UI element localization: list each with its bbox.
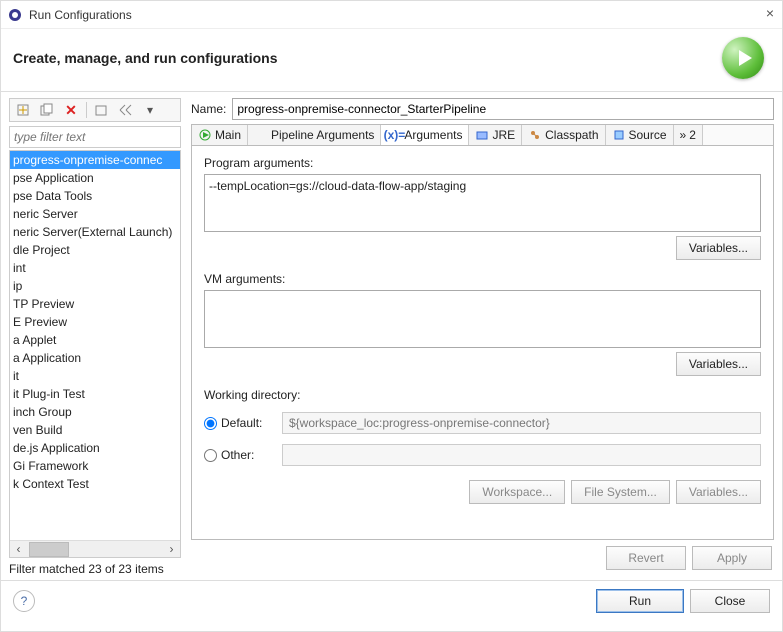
tree-item[interactable]: neric Server xyxy=(10,205,180,223)
name-input[interactable] xyxy=(232,98,774,120)
tab-strip: Main Pipeline Arguments (x)=Arguments JRE Cl… xyxy=(191,124,774,146)
scroll-thumb[interactable] xyxy=(29,542,69,557)
scroll-right-icon[interactable]: › xyxy=(163,541,180,558)
separator xyxy=(86,102,87,118)
tree-item[interactable]: a Applet xyxy=(10,331,180,349)
duplicate-icon[interactable] xyxy=(38,101,56,119)
tab-source[interactable]: Source xyxy=(606,125,674,145)
tab-label: Main xyxy=(215,128,241,142)
tab-label: Source xyxy=(629,128,667,142)
tree-item[interactable]: de.js Application xyxy=(10,439,180,457)
delete-icon[interactable]: ✕ xyxy=(62,101,80,119)
program-variables-button[interactable]: Variables... xyxy=(676,236,761,260)
tab-label: JRE xyxy=(492,128,515,142)
scroll-left-icon[interactable]: ‹ xyxy=(10,541,27,558)
left-toolbar: ✕ ▾ xyxy=(9,98,181,122)
vm-args-textarea[interactable] xyxy=(204,290,761,348)
other-radio[interactable]: Other: xyxy=(204,448,274,462)
tree-item[interactable]: ip xyxy=(10,277,180,295)
tree-item[interactable]: pse Application xyxy=(10,169,180,187)
tab-main[interactable]: Main xyxy=(192,125,248,145)
tab-label: Pipeline Arguments xyxy=(271,128,374,142)
default-radio[interactable]: Default: xyxy=(204,416,274,430)
tab-body-arguments: Program arguments: Variables... VM argum… xyxy=(191,146,774,540)
tab-icon xyxy=(198,128,212,142)
tab-icon xyxy=(254,128,268,142)
overflow-chevron-icon: » xyxy=(680,128,687,142)
tree-item[interactable]: int xyxy=(10,259,180,277)
tree-item[interactable]: inch Group xyxy=(10,403,180,421)
tab-icon xyxy=(612,128,626,142)
tab-label: Arguments xyxy=(404,128,462,142)
tab-overflow[interactable]: »2 xyxy=(674,125,703,145)
tree-item[interactable]: it xyxy=(10,367,180,385)
dialog-footer: ? Run Close xyxy=(1,580,782,621)
vm-args-label: VM arguments: xyxy=(204,272,761,286)
other-dir-field xyxy=(282,444,761,466)
tab-label: Classpath xyxy=(545,128,598,142)
header-text: Create, manage, and run configurations xyxy=(13,50,722,66)
tab-icon xyxy=(475,128,489,142)
tab-jre[interactable]: JRE xyxy=(469,125,522,145)
close-icon[interactable]: × xyxy=(766,5,774,21)
tree-item[interactable]: TP Preview xyxy=(10,295,180,313)
expand-icon[interactable] xyxy=(93,101,111,119)
close-button[interactable]: Close xyxy=(690,589,770,613)
tree-item[interactable]: a Application xyxy=(10,349,180,367)
tab-pipeline-arguments[interactable]: Pipeline Arguments xyxy=(248,125,381,145)
run-ball-icon xyxy=(722,37,764,79)
default-dir-field xyxy=(282,412,761,434)
workspace-button[interactable]: Workspace... xyxy=(469,480,565,504)
tree-item[interactable]: progress-onpremise-connec xyxy=(10,151,180,169)
tree-item[interactable]: pse Data Tools xyxy=(10,187,180,205)
working-dir-label: Working directory: xyxy=(204,388,761,402)
tree-item[interactable]: k Context Test xyxy=(10,475,180,493)
eclipse-icon xyxy=(7,7,23,23)
help-icon[interactable]: ? xyxy=(13,590,35,612)
name-label: Name: xyxy=(191,102,226,116)
filter-input[interactable] xyxy=(9,126,181,148)
tree-item[interactable]: neric Server(External Launch) xyxy=(10,223,180,241)
tree-item[interactable]: Gi Framework xyxy=(10,457,180,475)
window-title: Run Configurations xyxy=(29,8,132,22)
tree-item[interactable]: E Preview xyxy=(10,313,180,331)
vm-variables-button[interactable]: Variables... xyxy=(676,352,761,376)
tab-arguments[interactable]: (x)=Arguments xyxy=(381,125,469,145)
tree-item[interactable]: it Plug-in Test xyxy=(10,385,180,403)
filter-box xyxy=(9,126,181,148)
default-radio-input[interactable] xyxy=(204,417,217,430)
tab-icon: (x)= xyxy=(387,128,401,142)
title-bar: Run Configurations × xyxy=(1,1,782,29)
run-button[interactable]: Run xyxy=(596,589,684,613)
tab-classpath[interactable]: Classpath xyxy=(522,125,605,145)
other-radio-input[interactable] xyxy=(204,449,217,462)
program-args-textarea[interactable] xyxy=(204,174,761,232)
filter-status: Filter matched 23 of 23 items xyxy=(9,562,181,576)
tree-item[interactable]: dle Project xyxy=(10,241,180,259)
tab-icon xyxy=(528,128,542,142)
tree-item[interactable]: ven Build xyxy=(10,421,180,439)
apply-button[interactable]: Apply xyxy=(692,546,772,570)
revert-button[interactable]: Revert xyxy=(606,546,686,570)
workdir-variables-button[interactable]: Variables... xyxy=(676,480,761,504)
config-tree[interactable]: progress-onpremise-connecpse Application… xyxy=(9,150,181,558)
horizontal-scrollbar[interactable]: ‹ › xyxy=(10,540,180,557)
dialog-header: Create, manage, and run configurations xyxy=(1,29,782,92)
collapse-icon[interactable] xyxy=(117,101,135,119)
filesystem-button[interactable]: File System... xyxy=(571,480,670,504)
filter-dropdown-icon[interactable]: ▾ xyxy=(141,101,159,119)
new-config-icon[interactable] xyxy=(14,101,32,119)
program-args-label: Program arguments: xyxy=(204,156,761,170)
